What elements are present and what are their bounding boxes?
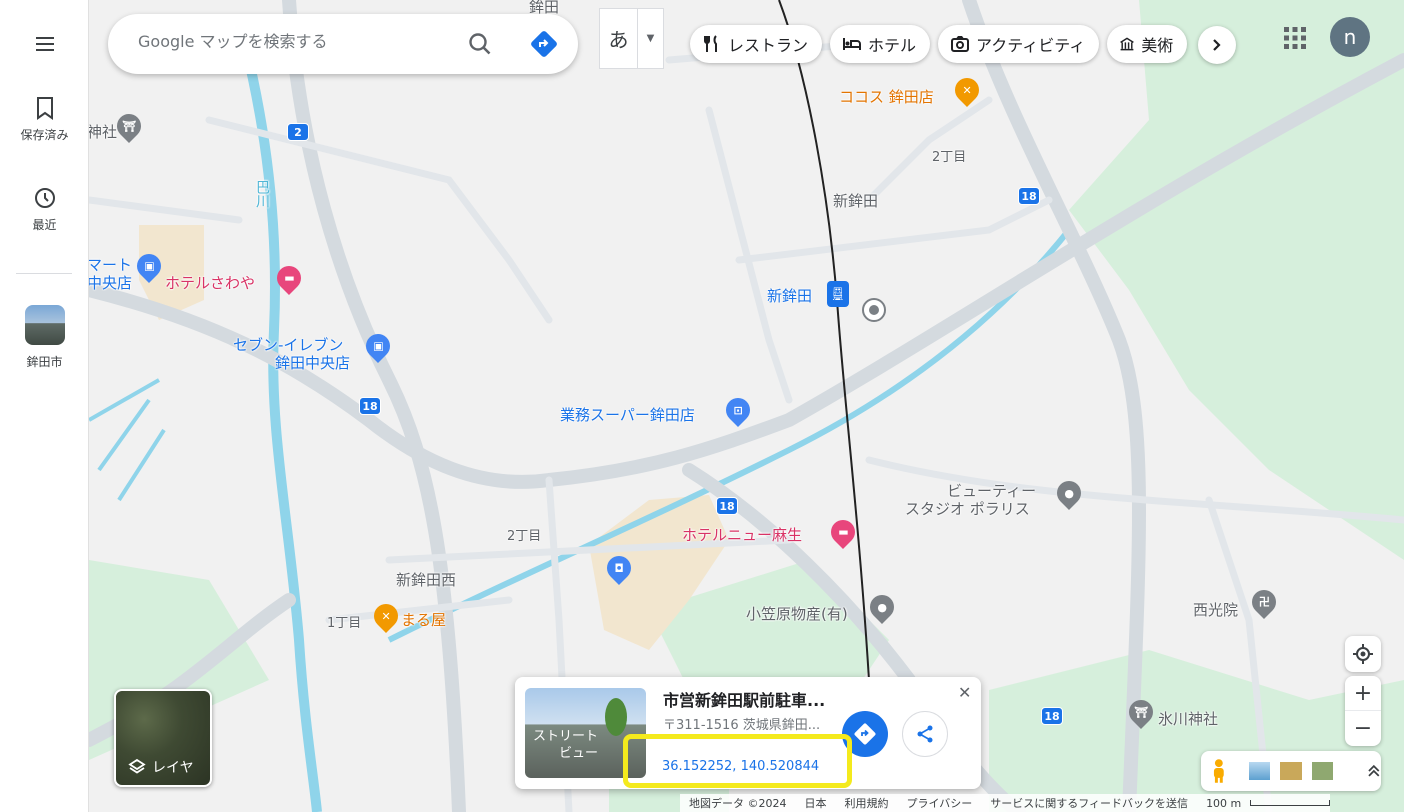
label-cocos[interactable]: ココス 鉾田店 [839, 86, 934, 107]
recent-place-thumbnail [24, 305, 65, 345]
footer-terms[interactable]: 利用規約 [836, 795, 898, 811]
label-ogasawara[interactable]: 小笠原物産(有) [746, 603, 848, 624]
label-saikoin[interactable]: 西光院 [1193, 599, 1238, 620]
search-input[interactable] [138, 32, 458, 51]
recent-label: 最近 [32, 218, 57, 232]
history-icon [34, 188, 55, 208]
recent-place-hokota[interactable]: 鉾田市 [0, 305, 89, 370]
search-icon[interactable] [466, 30, 494, 58]
directions-icon[interactable] [528, 28, 560, 60]
pegman-icon[interactable] [1211, 758, 1227, 784]
chip-activity[interactable]: アクティビティ [938, 25, 1100, 63]
label-jinja-left[interactable]: 神社 [87, 121, 117, 142]
chip-label: アクティビティ [976, 36, 1086, 55]
saved-button[interactable]: 保存済み [0, 96, 89, 143]
label-beauty-b[interactable]: スタジオ ポラリス [905, 498, 1030, 519]
saved-label: 保存済み [20, 128, 69, 142]
selected-place-marker-icon[interactable] [862, 298, 886, 322]
my-location-button[interactable] [1345, 636, 1381, 672]
bed-icon [843, 38, 862, 50]
terrain-thumb-icon[interactable] [1280, 762, 1302, 780]
category-chips: レストラン ホテル アクティビティ 美術 [690, 25, 1188, 63]
place-address: 〒311-1516 茨城県鉾田... [663, 718, 821, 733]
label-hikawa[interactable]: 氷川神社 [1158, 708, 1218, 729]
close-icon[interactable]: ✕ [958, 683, 971, 702]
label-hotel-new-aso[interactable]: ホテルニュー麻生 [682, 524, 802, 545]
route-2-shield: 2 [287, 123, 309, 141]
layers-icon [128, 758, 146, 774]
streetview-label-2: ビュー [559, 746, 599, 761]
chip-label: 美術 [1141, 36, 1174, 55]
label-shinhokota: 新鉾田 [833, 192, 879, 210]
label-2chome-ne: 2丁目 [932, 150, 967, 165]
layers-button[interactable]: レイヤ [114, 689, 212, 787]
label-hotel-sawaya[interactable]: ホテルさわや [165, 272, 255, 293]
expand-up-icon[interactable] [1367, 764, 1381, 778]
left-rail: 保存済み 最近 鉾田市 [0, 0, 89, 812]
place-title[interactable]: 市営新鉾田駅前駐車... [663, 687, 825, 711]
camera-icon [951, 36, 970, 52]
card-directions-button[interactable] [842, 711, 888, 757]
chip-hotel[interactable]: ホテル [830, 25, 931, 63]
crosshair-icon [1353, 644, 1373, 664]
ime-label[interactable]: あ [600, 9, 638, 68]
imagery-thumb-icon[interactable] [1248, 762, 1271, 780]
museum-icon [1120, 37, 1135, 51]
route-18-shield: 18 [359, 397, 381, 415]
route-18-shield: 18 [1018, 187, 1040, 205]
satellite-thumb-icon[interactable] [1311, 762, 1334, 780]
recent-place-label: 鉾田市 [26, 355, 63, 369]
scale-bar [1250, 800, 1331, 806]
label-shinhokota-nishi: 新鉾田西 [396, 571, 457, 589]
rail-divider [16, 273, 72, 274]
share-icon [917, 725, 933, 743]
footer-country[interactable]: 日本 [796, 795, 836, 811]
ime-toggle[interactable]: あ ▼ [599, 8, 664, 69]
label-2chome-sw: 2丁目 [507, 529, 542, 544]
footer-feedback[interactable]: サービスに関するフィードバックを送信 [981, 795, 1197, 811]
train-station-icon[interactable]: 🚆︎ [827, 281, 849, 307]
label-gyomu[interactable]: 業務スーパー鉾田店 [560, 404, 695, 425]
chevron-right-icon [1213, 39, 1221, 51]
streetview-label-1: ストリート [533, 729, 599, 744]
label-mart-b[interactable]: 中央店 [87, 272, 132, 293]
apps-grid-icon[interactable] [1282, 25, 1308, 51]
chevron-down-icon[interactable]: ▼ [638, 9, 663, 68]
zoom-out-button[interactable]: − [1345, 711, 1381, 746]
label-river: 巴川 [254, 180, 270, 208]
hamburger-menu-icon [35, 37, 54, 51]
zoom-controls: + − [1345, 676, 1381, 746]
bottom-controls [1201, 751, 1381, 791]
footer-scale[interactable]: 100 m [1197, 797, 1250, 810]
streetview-thumbnail[interactable]: ストリート ビュー [525, 688, 646, 778]
chip-museum[interactable]: 美術 [1107, 25, 1188, 63]
recent-button[interactable]: 最近 [0, 186, 89, 233]
route-18-shield: 18 [1041, 707, 1063, 725]
card-share-button[interactable] [902, 711, 948, 757]
fork-knife-icon [704, 35, 717, 52]
chip-label: レストラン [728, 36, 809, 55]
label-seven-b[interactable]: 鉾田中央店 [275, 352, 350, 373]
chips-next-button[interactable] [1198, 26, 1236, 64]
place-coordinates[interactable]: 36.152252, 140.520844 [662, 759, 819, 774]
label-shinhokota-station[interactable]: 新鉾田 [767, 285, 812, 306]
directions-icon [854, 723, 876, 745]
label-1chome: 1丁目 [327, 616, 362, 631]
account-avatar[interactable]: n [1330, 17, 1370, 57]
search-box [108, 14, 578, 74]
zoom-in-button[interactable]: + [1345, 676, 1381, 711]
footer-map-data: 地図データ ©2024 [689, 797, 787, 810]
menu-button[interactable] [0, 32, 89, 56]
footer-privacy[interactable]: プライバシー [898, 795, 982, 811]
route-18-shield: 18 [716, 497, 738, 515]
map-footer: 地図データ ©2024 日本 利用規約 プライバシー サービスに関するフィードバ… [680, 794, 1331, 812]
chip-label: ホテル [868, 36, 917, 55]
chip-restaurant[interactable]: レストラン [690, 25, 823, 63]
place-card[interactable]: ストリート ビュー 市営新鉾田駅前駐車... 〒311-1516 茨城県鉾田..… [515, 677, 981, 789]
label-maruya[interactable]: まる屋 [401, 609, 446, 630]
layers-label: レイヤ [152, 760, 194, 776]
bookmark-icon [36, 97, 53, 120]
